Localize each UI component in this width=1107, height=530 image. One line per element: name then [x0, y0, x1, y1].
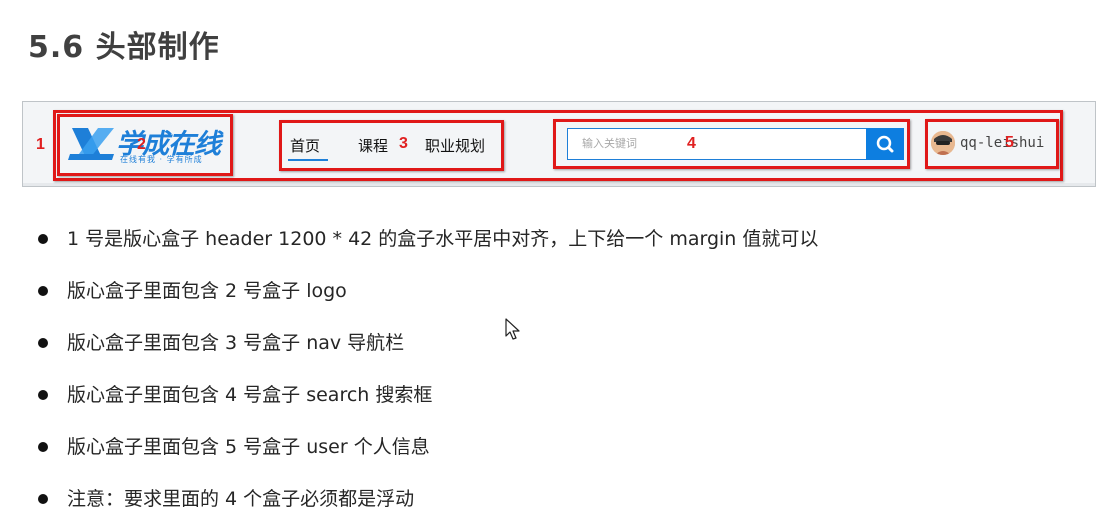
- mouse-cursor-icon: [505, 318, 520, 340]
- label-2: 2: [137, 136, 146, 153]
- bullet-dot: [38, 286, 48, 296]
- bullet-text: 注意：要求里面的 4 个盒子必须都是浮动: [67, 488, 415, 510]
- logo-icon: [68, 128, 114, 160]
- bullet-text: 版心盒子里面包含 2 号盒子 logo: [67, 280, 347, 302]
- avatar[interactable]: [931, 131, 955, 155]
- nav-item-courses[interactable]: 课程: [358, 135, 388, 156]
- search-button[interactable]: [866, 128, 904, 160]
- bullet-dot: [38, 494, 48, 504]
- bullet-dot: [38, 234, 48, 244]
- label-4: 4: [687, 135, 696, 152]
- bullet-text: 版心盒子里面包含 5 号盒子 user 个人信息: [67, 436, 430, 458]
- bullet-text: 1 号是版心盒子 header 1200 * 42 的盒子水平居中对齐，上下给一…: [67, 228, 819, 250]
- user-name[interactable]: qq-leishui: [960, 135, 1044, 151]
- bullet-dot: [38, 442, 48, 452]
- bullet-text: 版心盒子里面包含 4 号盒子 search 搜索框: [67, 384, 433, 406]
- bullet-text: 版心盒子里面包含 3 号盒子 nav 导航栏: [67, 332, 405, 354]
- bullet-dot: [38, 338, 48, 348]
- label-1: 1: [36, 136, 45, 153]
- avatar-icon: [931, 131, 955, 155]
- search-icon: [876, 135, 894, 153]
- divider: [23, 183, 1095, 186]
- slide-title: 5.6 头部制作: [28, 30, 220, 65]
- nav-item-home[interactable]: 首页: [290, 135, 320, 156]
- label-3: 3: [399, 135, 408, 152]
- logo[interactable]: 学成在线 在线有我 · 学有所成: [68, 122, 228, 168]
- search-input[interactable]: 输入关键词: [567, 128, 867, 160]
- label-5: 5: [1005, 134, 1014, 151]
- nav-active-underline: [288, 159, 328, 161]
- logo-slogan: 在线有我 · 学有所成: [120, 155, 203, 164]
- bullet-dot: [38, 390, 48, 400]
- nav-item-career[interactable]: 职业规划: [425, 135, 485, 156]
